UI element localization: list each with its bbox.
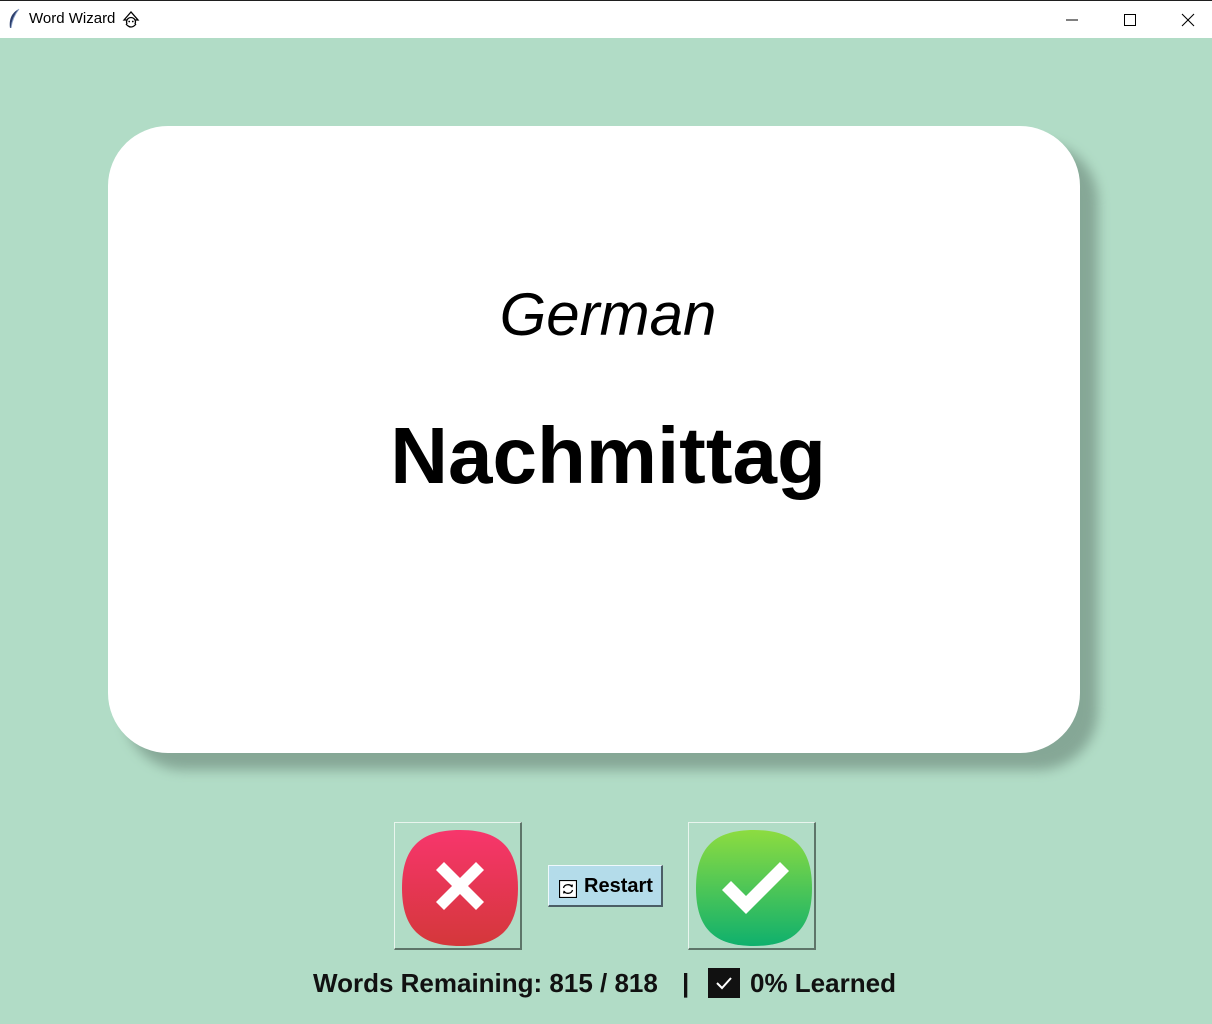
title-bar: Word Wizard <box>0 0 1212 38</box>
learned-percent-label: 0% Learned <box>750 968 896 998</box>
close-icon <box>1181 13 1195 27</box>
restart-button[interactable]: Restart <box>548 865 663 907</box>
close-button[interactable] <box>1159 1 1212 39</box>
x-icon <box>402 830 518 946</box>
checkbox-checked-icon <box>708 968 740 998</box>
right-button[interactable] <box>688 822 816 950</box>
checkmark-icon <box>696 830 812 946</box>
words-remaining-label: Words Remaining: 815 / 818 <box>313 968 658 998</box>
maximize-button[interactable] <box>1101 1 1159 39</box>
window-title: Word Wizard <box>29 10 116 27</box>
wrong-button[interactable] <box>394 822 522 950</box>
restart-label: Restart <box>584 875 653 897</box>
restart-icon <box>559 880 577 898</box>
minimize-button[interactable] <box>1043 1 1101 39</box>
card-word: Nachmittag <box>390 411 826 500</box>
maximize-icon <box>1124 14 1136 26</box>
card-language: German <box>499 281 717 348</box>
wizard-emoji-icon <box>122 11 140 28</box>
feather-icon <box>9 8 20 29</box>
minimize-icon <box>1066 19 1078 21</box>
status-separator: | <box>682 968 690 998</box>
